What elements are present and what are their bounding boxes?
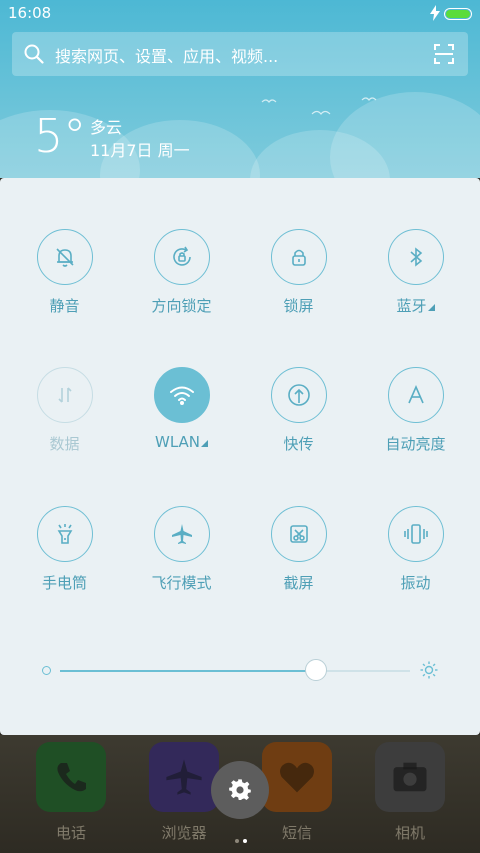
toggle-airplane-mode[interactable]: 飞行模式: [123, 506, 240, 593]
toggle-mobile-data-circle[interactable]: [36, 367, 93, 423]
toggle-screenshot-label: 截屏: [283, 574, 314, 592]
toggle-airplane-mode-circle[interactable]: [153, 506, 210, 562]
scan-icon[interactable]: [434, 44, 454, 64]
toggle-airplane-mode-label: 飞行模式: [151, 574, 212, 592]
dock-app-camera[interactable]: [375, 742, 445, 812]
brightness-slider[interactable]: [60, 670, 410, 672]
page-dot: [235, 839, 239, 843]
toggle-rotation-lock[interactable]: 方向锁定: [123, 229, 240, 316]
search-placeholder: 搜索网页、设置、应用、视频...: [55, 47, 279, 66]
status-time: 16:08: [8, 4, 52, 22]
settings-button[interactable]: [211, 761, 269, 819]
page-dot-active: [243, 839, 247, 843]
toggle-screenshot[interactable]: 截屏: [240, 506, 357, 593]
vibrate-icon: [403, 524, 428, 544]
dock-label-camera: 相机: [394, 824, 425, 842]
airplane-icon: [171, 524, 192, 544]
toggle-lock-screen[interactable]: 锁屏: [240, 229, 357, 316]
toggle-mute-label: 静音: [49, 297, 80, 315]
charging-icon: [430, 5, 440, 21]
toggle-mobile-data-label: 数据: [49, 435, 80, 453]
toggle-rotation-lock-label: 方向锁定: [151, 297, 212, 315]
brightness-high-icon: [420, 661, 438, 679]
weather-date: 11月7日 周一: [90, 141, 190, 160]
toggle-lock-screen-label: 锁屏: [283, 297, 314, 315]
toggle-flashlight[interactable]: 手电筒: [6, 506, 123, 593]
toggle-screenshot-circle[interactable]: [270, 506, 327, 562]
toggle-lock-screen-circle[interactable]: [270, 229, 327, 285]
brightness-slider-thumb[interactable]: [304, 659, 327, 681]
toggle-quick-transfer-label: 快传: [283, 435, 314, 453]
lock-icon: [291, 249, 306, 266]
dock-app-messages[interactable]: [262, 742, 332, 812]
quick-transfer-icon: [287, 384, 310, 406]
gear-icon: [229, 779, 251, 801]
rotation-lock-icon: [172, 246, 191, 266]
dock-label-messages: 短信: [281, 824, 312, 842]
dock-label-phone: 电话: [55, 824, 86, 842]
page-indicator: [233, 828, 249, 847]
flashlight-icon: [57, 524, 72, 544]
dock-app-phone[interactable]: [36, 742, 106, 812]
toggle-wlan-label: WLAN: [123, 433, 240, 451]
screenshot-icon: [289, 525, 308, 543]
mobile-data-icon: [57, 387, 72, 403]
toggle-mute[interactable]: 静音: [6, 229, 123, 316]
toggle-bluetooth-text: 蓝牙: [396, 297, 427, 315]
toggle-auto-brightness[interactable]: 自动亮度: [357, 367, 474, 454]
brightness-slider-fill: [60, 670, 316, 672]
camera-icon: [393, 762, 427, 792]
dock-app-browser[interactable]: [149, 742, 219, 812]
expand-triangle-icon: [201, 440, 208, 447]
expand-triangle-icon: [427, 304, 435, 311]
search-bar[interactable]: 搜索网页、设置、应用、视频...: [12, 32, 468, 76]
battery-level: [446, 10, 470, 18]
toggle-wlan[interactable]: WLAN: [123, 367, 240, 451]
toggle-vibrate-label: 振动: [400, 574, 431, 592]
wifi-icon: [169, 386, 194, 405]
toggle-wlan-text: WLAN: [154, 433, 200, 451]
status-bar: 16:08: [0, 0, 480, 28]
notification-header: 16:08 搜索网页、设置、应用、视频... 5° 多云 11月7日 周一: [0, 0, 480, 178]
toggle-rotation-lock-circle[interactable]: [153, 229, 210, 285]
toggle-bluetooth-label: 蓝牙: [357, 295, 474, 316]
toggle-auto-brightness-label: 自动亮度: [385, 435, 446, 453]
toggle-wlan-circle[interactable]: [153, 367, 210, 423]
heart-icon: [280, 762, 314, 793]
search-icon: [24, 44, 44, 64]
phone-icon: [57, 763, 86, 792]
toggle-quick-transfer[interactable]: 快传: [240, 367, 357, 454]
brightness-low-icon: [42, 666, 51, 675]
weather-condition: 多云: [90, 118, 123, 137]
toggle-bluetooth-circle[interactable]: [387, 229, 444, 285]
toggle-flashlight-label: 手电筒: [41, 574, 87, 592]
dock-label-browser: 浏览器: [161, 824, 207, 842]
toggle-flashlight-circle[interactable]: [36, 506, 93, 562]
bluetooth-icon: [409, 247, 422, 267]
weather-temperature[interactable]: 5°: [34, 108, 86, 164]
airplane-icon: [166, 759, 202, 795]
toggle-vibrate[interactable]: 振动: [357, 506, 474, 593]
toggle-auto-brightness-circle[interactable]: [387, 367, 444, 423]
toggle-vibrate-circle[interactable]: [387, 506, 444, 562]
auto-brightness-icon: [407, 385, 424, 404]
toggle-mute-circle[interactable]: [36, 229, 93, 285]
toggle-bluetooth[interactable]: 蓝牙: [357, 229, 474, 316]
battery-icon: [444, 8, 472, 20]
toggle-mobile-data[interactable]: 数据: [6, 367, 123, 454]
birds-decoration: [261, 97, 377, 115]
toggle-quick-transfer-circle[interactable]: [270, 367, 327, 423]
bell-mute-icon: [55, 248, 74, 267]
